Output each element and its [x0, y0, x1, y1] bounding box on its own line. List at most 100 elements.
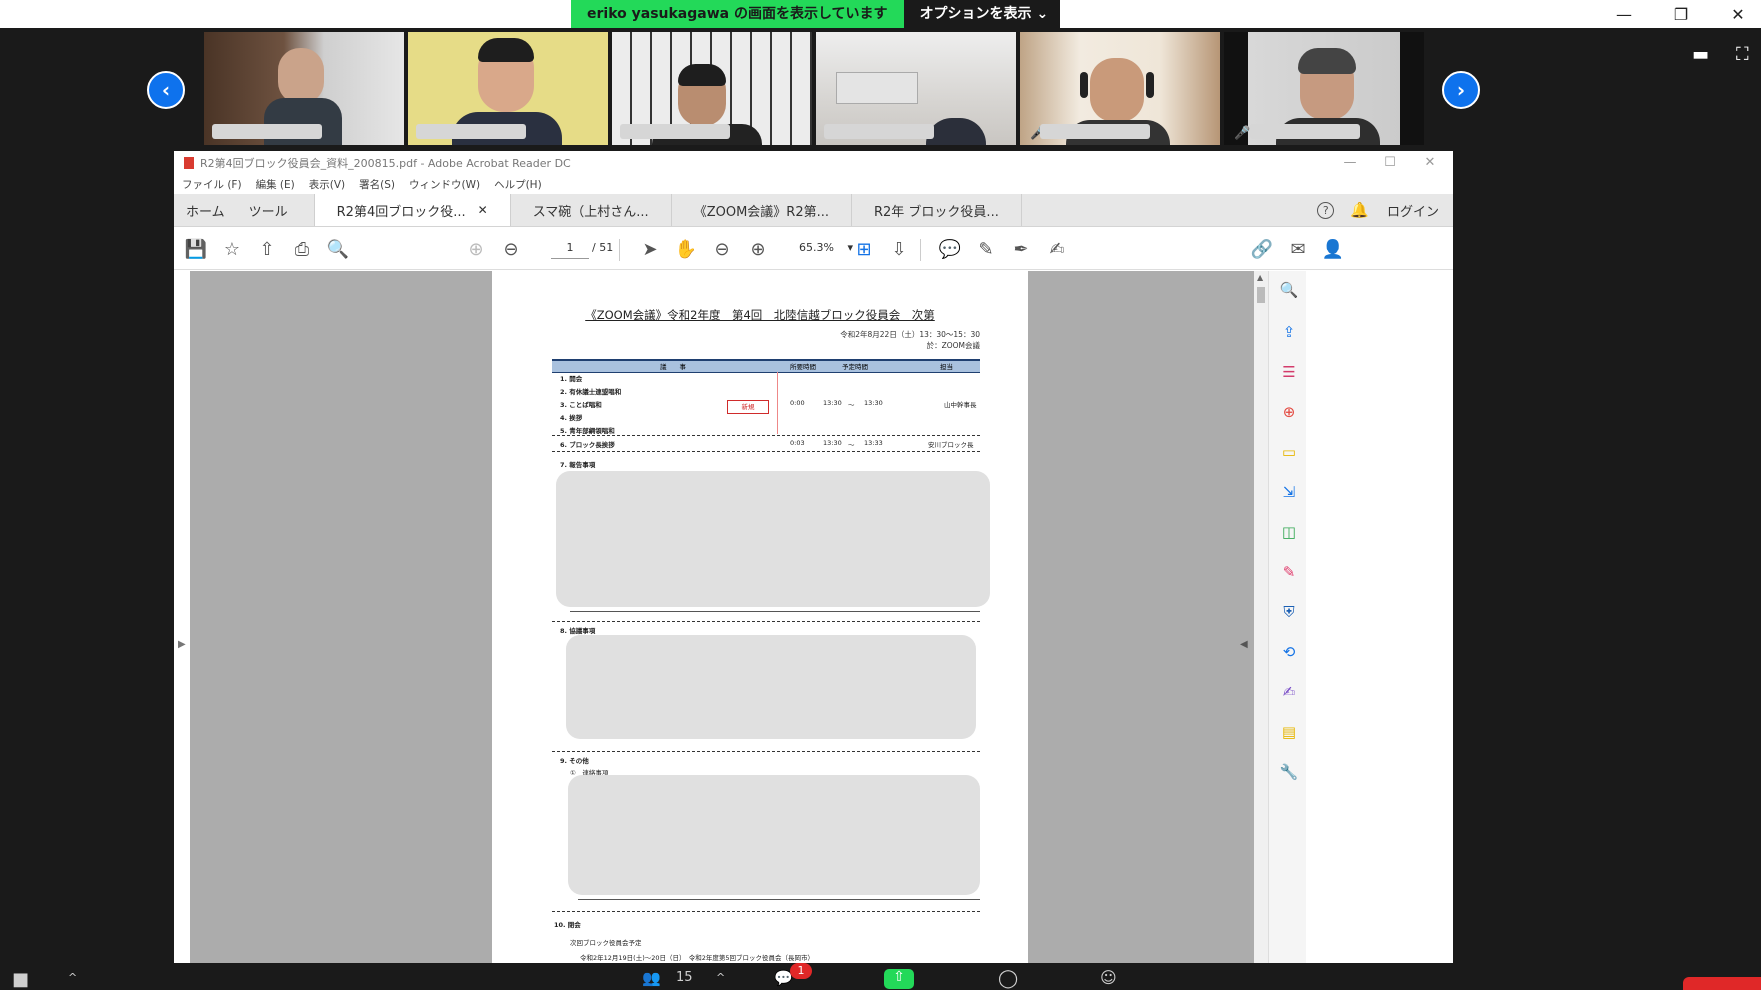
- combine-files-icon[interactable]: ⇲: [1278, 481, 1300, 503]
- fit-page-icon[interactable]: ⊞: [852, 237, 876, 261]
- scroll-up-icon[interactable]: ▲: [1257, 273, 1263, 282]
- participant-video-tile[interactable]: [408, 32, 608, 145]
- doc-tab[interactable]: スマ碗（上村さん...: [509, 194, 671, 226]
- protect-shield-icon[interactable]: ⛨: [1278, 601, 1300, 623]
- add-user-icon[interactable]: 👤: [1321, 237, 1345, 261]
- tab-tools[interactable]: ツール: [237, 194, 314, 226]
- close-icon[interactable]: ✕: [1715, 0, 1761, 28]
- fill-sign-icon[interactable]: ✍: [1045, 237, 1069, 261]
- doc-tab-active[interactable]: R2第4回ブロック役... ✕: [313, 194, 510, 226]
- compress-icon[interactable]: ◫: [1278, 521, 1300, 543]
- email-icon[interactable]: ✉: [1286, 237, 1310, 261]
- participant-video-tile[interactable]: [816, 32, 1016, 145]
- fullscreen-icon[interactable]: ⛶: [1736, 44, 1758, 65]
- upload-cloud-icon[interactable]: ⇧: [255, 237, 279, 261]
- comment-icon[interactable]: 💬: [938, 237, 962, 261]
- restore-icon[interactable]: ❐: [1658, 0, 1704, 28]
- share-screen-icon[interactable]: ⇧: [884, 969, 914, 989]
- menu-help[interactable]: ヘルプ(H): [494, 177, 542, 192]
- menu-file[interactable]: ファイル (F): [182, 177, 242, 192]
- login-button[interactable]: ログイン: [1387, 201, 1439, 220]
- page-number-input[interactable]: 1: [551, 238, 589, 259]
- participants-count: 15: [676, 970, 693, 985]
- menu-window[interactable]: ウィンドウ(W): [409, 177, 480, 192]
- comment-tool-icon[interactable]: ▭: [1278, 441, 1300, 463]
- agenda-item: 7. 報告事項: [560, 461, 596, 469]
- row3-owner: 山中幹事長: [944, 401, 977, 409]
- acrobat-window: R2第4回ブロック役員会_資料_200815.pdf - Adobe Acrob…: [174, 151, 1453, 963]
- expand-left-panel-icon[interactable]: ▶: [178, 639, 186, 650]
- create-pdf-icon[interactable]: ⊕: [1278, 401, 1300, 423]
- zoom-out-icon[interactable]: ⊖: [710, 237, 734, 261]
- print-icon[interactable]: ⎙: [290, 237, 314, 261]
- redacted-block: [566, 635, 976, 739]
- view-layout-icon[interactable]: ▬: [1692, 44, 1714, 65]
- more-tools-icon[interactable]: 🔧: [1278, 761, 1300, 783]
- help-icon[interactable]: ?: [1317, 201, 1335, 219]
- bell-icon[interactable]: 🔔: [1350, 201, 1369, 219]
- scroll-thumb[interactable]: [1257, 287, 1265, 303]
- menu-sign[interactable]: 署名(S): [359, 177, 395, 192]
- video-camera-icon[interactable]: ■: [12, 969, 29, 990]
- select-cursor-icon[interactable]: ➤: [638, 237, 662, 261]
- doc-tab-label: R2年 ブロック役員...: [874, 204, 999, 220]
- doc-tab[interactable]: 《ZOOM会議》R2第...: [670, 194, 851, 226]
- vertical-scrollbar[interactable]: ▲: [1254, 271, 1268, 963]
- send-for-review-icon[interactable]: ▤: [1278, 721, 1300, 743]
- end-meeting-button[interactable]: [1683, 977, 1761, 990]
- save-icon[interactable]: 💾: [184, 237, 208, 261]
- close-icon[interactable]: ✕: [478, 203, 488, 217]
- acrobat-titlebar: R2第4回ブロック役員会_資料_200815.pdf - Adobe Acrob…: [174, 151, 1453, 174]
- tab-home[interactable]: ホーム: [174, 194, 237, 226]
- agenda-item: 9. その他: [560, 757, 589, 765]
- chevron-up-icon[interactable]: ^: [716, 971, 725, 984]
- participant-video-tile[interactable]: [204, 32, 404, 145]
- maximize-icon[interactable]: ☐: [1371, 151, 1409, 174]
- view-options-button[interactable]: オプションを表示 ⌄: [903, 0, 1061, 28]
- zoom-meeting-toolbar: ■ ^ 👥 15 ^ 💬 1 ⇧ ◯ ☺: [0, 963, 1761, 990]
- chevron-up-icon[interactable]: ^: [68, 971, 77, 984]
- draw-icon[interactable]: ✒: [1009, 237, 1033, 261]
- participant-video-tile[interactable]: [612, 32, 812, 145]
- record-icon[interactable]: ◯: [998, 968, 1018, 989]
- scan-ocr-icon[interactable]: ⟲: [1278, 641, 1300, 663]
- star-icon[interactable]: ☆: [220, 237, 244, 261]
- gallery-prev-button[interactable]: ‹: [147, 71, 185, 109]
- zoom-level-select[interactable]: 65.3% ▾: [799, 238, 853, 258]
- link-icon[interactable]: 🔗: [1250, 237, 1274, 261]
- pdf-page: 《ZOOM会議》令和2年度 第4回 北陸信越ブロック役員会 次第 令和2年8月2…: [492, 271, 1028, 963]
- highlight-pen-icon[interactable]: ✎: [974, 237, 998, 261]
- hand-tool-icon[interactable]: ✋: [674, 237, 698, 261]
- zoom-in-icon[interactable]: ⊕: [746, 237, 770, 261]
- participant-video-tile[interactable]: 🎤: [1224, 32, 1424, 145]
- search-icon[interactable]: 🔍: [326, 237, 350, 261]
- main-toolbar: 💾 ☆ ⇧ ⎙ 🔍 ⊕ ⊖ 1 / 51 ➤ ✋ ⊖ ⊕ 65.3% ▾ ⊞ ⇩…: [174, 227, 1453, 270]
- participant-name-label: [212, 124, 322, 139]
- gallery-next-button[interactable]: ›: [1442, 71, 1480, 109]
- doc-tab-label: 《ZOOM会議》R2第...: [693, 204, 829, 220]
- participant-video-tile[interactable]: 🎤: [1020, 32, 1220, 145]
- collapse-right-panel-icon[interactable]: ◀: [1240, 639, 1248, 650]
- participant-name-label: [824, 124, 934, 139]
- request-signature-icon[interactable]: ✍: [1278, 681, 1300, 703]
- screen-share-banner: eriko yasukagawa の画面を表示しています オプションを表示 ⌄: [571, 0, 1061, 28]
- next-page-icon[interactable]: ⊖: [499, 237, 523, 261]
- prev-page-icon[interactable]: ⊕: [464, 237, 488, 261]
- organize-pages-icon[interactable]: ☰: [1278, 361, 1300, 383]
- participants-icon[interactable]: 👥: [642, 969, 661, 987]
- reactions-icon[interactable]: ☺: [1100, 968, 1117, 987]
- zoom-search-icon[interactable]: 🔍: [1278, 279, 1300, 301]
- scroll-mode-icon[interactable]: ⇩: [887, 237, 911, 261]
- minimize-icon[interactable]: —: [1331, 151, 1369, 174]
- menu-view[interactable]: 表示(V): [309, 177, 345, 192]
- next-meeting: 次回ブロック役員会予定: [570, 939, 642, 947]
- minimize-icon[interactable]: —: [1601, 0, 1647, 28]
- fill-and-sign-icon[interactable]: ✎: [1278, 561, 1300, 583]
- close-icon[interactable]: ✕: [1411, 151, 1449, 174]
- menu-edit[interactable]: 編集 (E): [256, 177, 295, 192]
- doc-tab[interactable]: R2年 ブロック役員...: [851, 194, 1022, 226]
- document-viewer[interactable]: ◀ ✋ 《ZOOM会議》令和2年度 第4回 北陸信越ブロック役員会 次第 令和2…: [190, 271, 1254, 963]
- export-pdf-icon[interactable]: ⇪: [1278, 321, 1300, 343]
- pdf-icon: [184, 156, 194, 169]
- row6-owner: 安川ブロック長: [928, 441, 974, 449]
